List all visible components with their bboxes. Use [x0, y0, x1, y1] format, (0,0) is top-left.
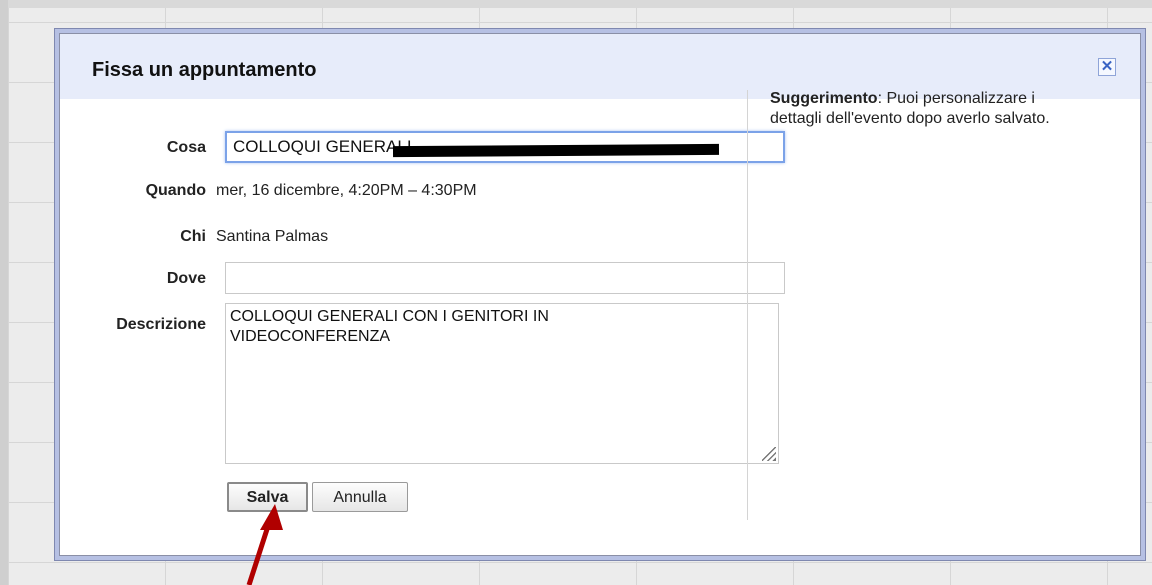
calendar-left-strip — [0, 0, 8, 585]
descrizione-label: Descrizione — [116, 316, 206, 333]
dialog-divider — [747, 90, 748, 520]
descrizione-textarea[interactable] — [225, 303, 779, 464]
hint-bold: Suggerimento — [770, 90, 878, 107]
save-button[interactable]: Salva — [227, 482, 308, 512]
hint-text: Suggerimento: Puoi personalizzare i dett… — [770, 89, 1070, 129]
dove-label: Dove — [166, 270, 206, 287]
cancel-button[interactable]: Annulla — [312, 482, 408, 512]
quando-label: Quando — [145, 182, 206, 199]
cosa-label: Cosa — [166, 139, 206, 156]
dove-input[interactable] — [225, 262, 785, 294]
resize-grip-icon[interactable] — [762, 447, 776, 461]
quando-value: mer, 16 dicembre, 4:20PM – 4:30PM — [216, 182, 477, 199]
close-icon[interactable]: ✕ — [1098, 58, 1116, 76]
dialog-title: Fissa un appuntamento — [92, 59, 317, 81]
chi-label: Chi — [180, 228, 206, 245]
chi-value: Santina Palmas — [216, 228, 329, 245]
redacted-text-bar — [392, 143, 720, 158]
calendar-top-bar — [0, 0, 1152, 8]
